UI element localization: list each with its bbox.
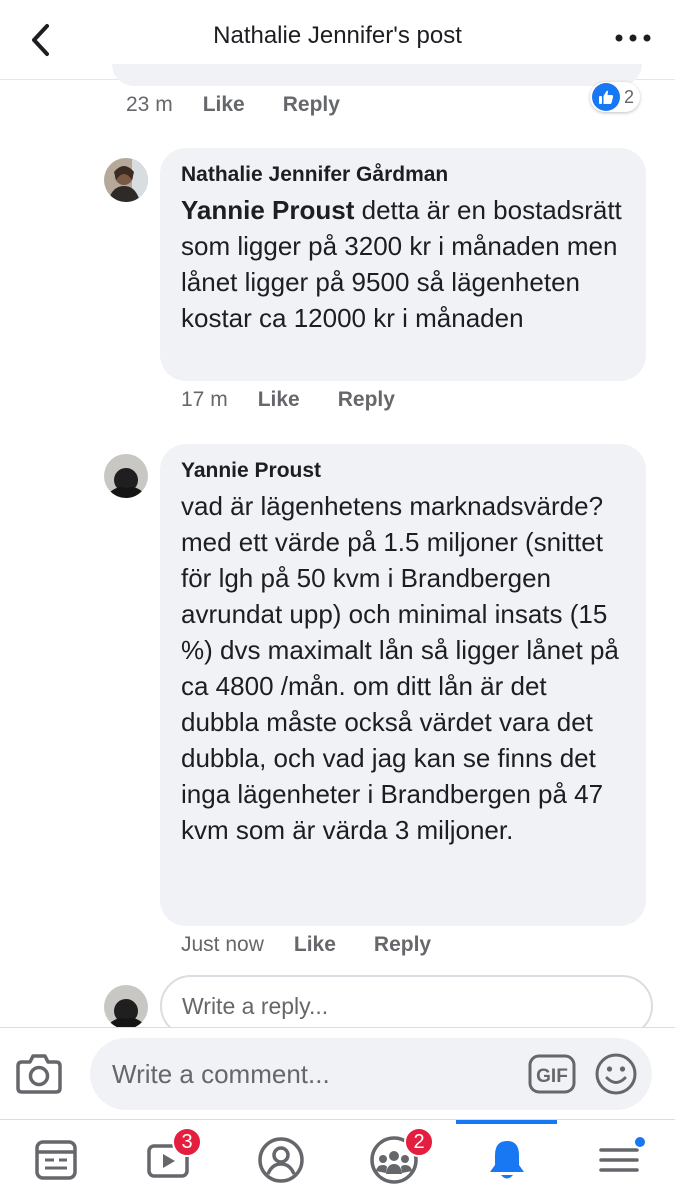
back-button[interactable] <box>22 20 62 60</box>
comment-timestamp: 23 m <box>126 93 173 116</box>
reply-button[interactable]: Reply <box>338 388 395 412</box>
tab-news-feed[interactable] <box>28 1132 84 1188</box>
like-button[interactable]: Like <box>294 933 336 957</box>
tab-notifications[interactable] <box>479 1132 535 1188</box>
reaction-count: 2 <box>624 86 635 107</box>
comment-timestamp: Just now <box>181 933 264 956</box>
gif-button[interactable]: GIF <box>528 1054 576 1094</box>
current-user-avatar <box>104 985 148 1029</box>
comment-actions: 17 m Like Reply <box>181 388 433 412</box>
like-button[interactable]: Like <box>258 388 300 412</box>
previous-comment-actions: 23 m Like Reply <box>126 93 378 117</box>
tab-profile[interactable] <box>253 1132 309 1188</box>
profile-icon <box>258 1137 304 1183</box>
reaction-summary[interactable]: 2 <box>590 82 641 112</box>
comment-timestamp: 17 m <box>181 388 228 411</box>
reply-button[interactable]: Reply <box>283 93 340 117</box>
comment-author[interactable]: Yannie Proust <box>181 458 626 484</box>
watch-notification-badge: 3 <box>172 1127 202 1157</box>
notifications-bell-icon <box>490 1141 524 1179</box>
camera-icon <box>16 1054 62 1094</box>
like-reaction-icon <box>592 83 620 111</box>
mention-link[interactable]: Yannie Proust <box>181 195 354 225</box>
page-title: Nathalie Jennifer's post <box>213 22 462 49</box>
comment-bubble: Yannie Proust vad är lägenhetens marknad… <box>160 444 646 926</box>
more-options-button[interactable] <box>609 22 657 54</box>
gif-icon: GIF <box>528 1054 576 1094</box>
reply-button[interactable]: Reply <box>374 933 431 957</box>
previous-comment-bubble <box>112 64 642 86</box>
chevron-left-icon <box>32 24 49 56</box>
smiley-icon <box>595 1053 637 1095</box>
comment-body: vad är lägenhetens marknadsvärde? med et… <box>181 491 619 845</box>
avatar[interactable] <box>104 158 148 202</box>
groups-notification-badge: 2 <box>404 1127 434 1157</box>
gif-label: GIF <box>536 1066 568 1087</box>
more-horizontal-icon <box>615 34 651 42</box>
like-button[interactable]: Like <box>203 93 245 117</box>
news-feed-icon <box>35 1140 77 1180</box>
bottom-tab-bar: 3 2 <box>0 1119 675 1200</box>
active-tab-indicator <box>456 1120 557 1124</box>
camera-button[interactable] <box>14 1050 64 1096</box>
emoji-button[interactable] <box>594 1052 638 1096</box>
comment-text: Yannie Proust detta är en bostadsrätt so… <box>181 192 626 336</box>
avatar[interactable] <box>104 454 148 498</box>
comment-bubble: Nathalie Jennifer Gårdman Yannie Proust … <box>160 148 646 381</box>
comment-actions: Just now Like Reply <box>181 933 469 957</box>
menu-notification-dot <box>633 1135 647 1149</box>
comment-author[interactable]: Nathalie Jennifer Gårdman <box>181 162 626 188</box>
